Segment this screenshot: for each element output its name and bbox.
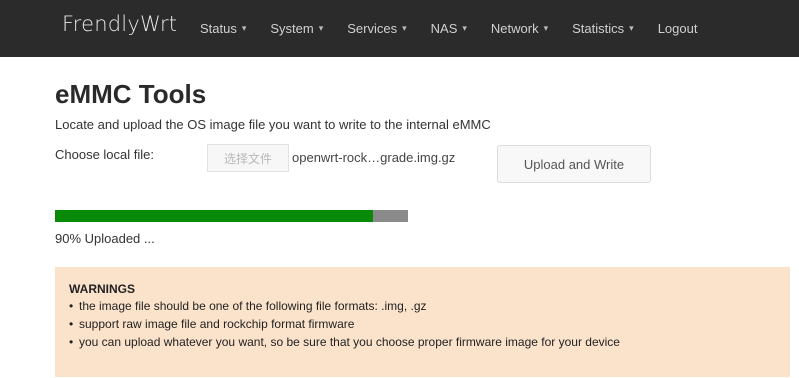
warnings-list: • the image file should be one of the fol…: [69, 297, 790, 351]
bullet-icon: •: [69, 317, 74, 331]
nav-item-label: NAS: [430, 21, 458, 36]
upload-progress-bar: [55, 210, 408, 222]
nav-item-status[interactable]: Status ▾: [200, 21, 246, 36]
warning-text: you can upload whatever you want, so be …: [79, 335, 620, 349]
nav-item-label: Network: [490, 21, 539, 36]
top-navbar: FrendlyWrt Status ▾ System ▾ Services ▾ …: [0, 0, 799, 57]
nav-item-label: Status: [200, 21, 237, 36]
nav-item-label: System: [270, 21, 314, 36]
nav-item-statistics[interactable]: Statistics ▾: [572, 21, 634, 36]
upload-progress-text: 90% Uploaded ...: [55, 231, 155, 246]
caret-down-icon: ▾: [629, 23, 634, 33]
nav-menu: Status ▾ System ▾ Services ▾ NAS ▾ Netwo…: [200, 0, 697, 57]
caret-down-icon: ▾: [402, 23, 407, 33]
warning-text: the image file should be one of the foll…: [79, 299, 427, 313]
caret-down-icon: ▾: [462, 23, 467, 33]
warning-text: support raw image file and rockchip form…: [79, 317, 355, 331]
page-description: Locate and upload the OS image file you …: [55, 117, 491, 132]
upload-and-write-button[interactable]: Upload and Write: [497, 145, 651, 183]
main-content: eMMC Tools Locate and upload the OS imag…: [0, 57, 799, 378]
bullet-icon: •: [69, 335, 74, 349]
bullet-icon: •: [69, 299, 74, 313]
nav-item-label: Statistics: [572, 21, 625, 36]
caret-down-icon: ▾: [543, 23, 549, 33]
page-title: eMMC Tools: [55, 79, 207, 109]
nav-item-label: Services: [347, 21, 398, 36]
list-item: • the image file should be one of the fol…: [69, 297, 790, 315]
choose-file-button[interactable]: 选择文件: [207, 144, 289, 172]
warnings-title: WARNINGS: [69, 282, 135, 296]
nav-item-network[interactable]: Network ▾: [491, 21, 548, 36]
brand-logo[interactable]: FrendlyWrt: [62, 12, 177, 36]
caret-down-icon: ▾: [318, 23, 324, 33]
list-item: • support raw image file and rockchip for…: [69, 315, 790, 333]
upload-progress-fill: [55, 210, 373, 222]
selected-file-name: openwrt-rock…grade.img.gz: [292, 150, 456, 165]
nav-item-services[interactable]: Services ▾: [347, 21, 406, 36]
nav-item-nas[interactable]: NAS ▾: [431, 21, 467, 36]
nav-item-logout[interactable]: Logout: [658, 21, 698, 36]
file-field-label: Choose local file:: [55, 147, 154, 162]
warnings-panel: WARNINGS • the image file should be one o…: [55, 267, 790, 377]
list-item: • you can upload whatever you want, so be…: [69, 333, 790, 351]
nav-item-system[interactable]: System ▾: [270, 21, 323, 36]
caret-down-icon: ▾: [241, 23, 247, 33]
